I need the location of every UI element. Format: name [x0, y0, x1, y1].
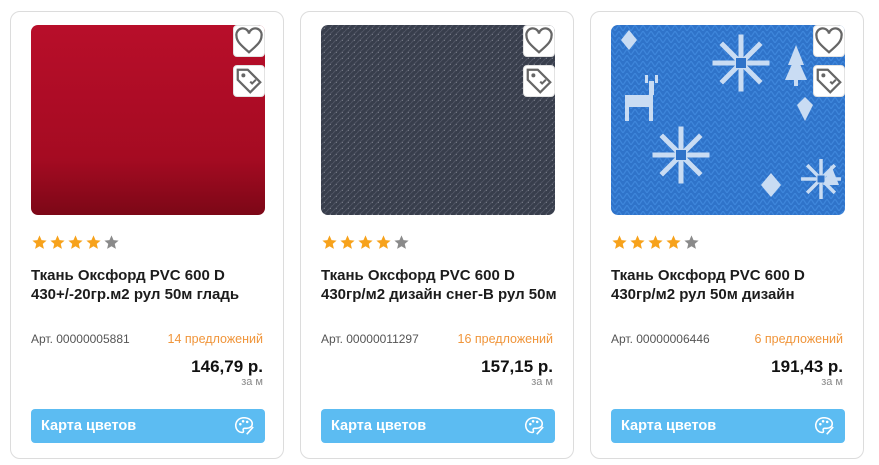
product-title[interactable]: Ткань Оксфорд PVC 600 D 430гр/м2 дизайн …: [321, 266, 557, 304]
star-filled-icon: [666, 235, 681, 249]
product-card[interactable]: Ткань Оксфорд PVC 600 D 430гр/м2 дизайн …: [300, 11, 574, 459]
price-tag-icon: [816, 68, 842, 94]
product-card[interactable]: Ткань Оксфорд PVC 600 D 430гр/м2 рул 50м…: [590, 11, 864, 459]
star-filled-icon: [648, 235, 663, 249]
star-filled-icon: [376, 235, 391, 249]
rating-stars: [611, 234, 700, 251]
star-empty-icon: [684, 235, 699, 249]
price-unit: за м: [821, 376, 843, 388]
price-unit: за м: [241, 376, 263, 388]
price: 146,79 р.: [191, 357, 263, 376]
color-map-button[interactable]: Карта цветов: [31, 409, 265, 443]
star-filled-icon: [612, 235, 627, 249]
compare-button[interactable]: [813, 65, 845, 97]
product-title[interactable]: Ткань Оксфорд PVC 600 D 430+/-20гр.м2 ру…: [31, 266, 267, 304]
color-map-label: Карта цветов: [41, 418, 137, 434]
product-image[interactable]: [611, 25, 845, 215]
color-map-label: Карта цветов: [621, 418, 717, 434]
offers-link[interactable]: 16 предложений: [458, 332, 554, 346]
price-unit: за м: [531, 376, 553, 388]
star-filled-icon: [68, 235, 83, 249]
product-image[interactable]: [31, 25, 265, 215]
star-filled-icon: [340, 235, 355, 249]
star-filled-icon: [50, 235, 65, 249]
star-filled-icon: [32, 235, 47, 249]
product-card[interactable]: Ткань Оксфорд PVC 600 D 430+/-20гр.м2 ру…: [10, 11, 284, 459]
article-number: Арт. 00000006446: [611, 332, 710, 346]
price: 157,15 р.: [481, 357, 553, 376]
rating-stars: [31, 234, 120, 251]
palette-icon: [234, 416, 254, 435]
article-number: Арт. 00000011297: [321, 332, 419, 346]
compare-button[interactable]: [233, 65, 265, 97]
color-map-button[interactable]: Карта цветов: [611, 409, 845, 443]
palette-icon: [814, 416, 834, 435]
star-filled-icon: [630, 235, 645, 249]
star-filled-icon: [358, 235, 373, 249]
offers-link[interactable]: 6 предложений: [754, 332, 843, 346]
offers-link[interactable]: 14 предложений: [168, 332, 264, 346]
star-filled-icon: [322, 235, 337, 249]
rating-stars: [321, 234, 410, 251]
color-map-button[interactable]: Карта цветов: [321, 409, 555, 443]
article-number: Арт. 00000005881: [31, 332, 130, 346]
price-tag-icon: [526, 68, 552, 94]
palette-icon: [524, 416, 544, 435]
star-empty-icon: [104, 235, 119, 249]
star-empty-icon: [394, 235, 409, 249]
price-tag-icon: [236, 68, 262, 94]
compare-button[interactable]: [523, 65, 555, 97]
product-title[interactable]: Ткань Оксфорд PVC 600 D 430гр/м2 рул 50м…: [611, 266, 847, 304]
price: 191,43 р.: [771, 357, 843, 376]
star-filled-icon: [86, 235, 101, 249]
product-image[interactable]: [321, 25, 555, 215]
color-map-label: Карта цветов: [331, 418, 427, 434]
